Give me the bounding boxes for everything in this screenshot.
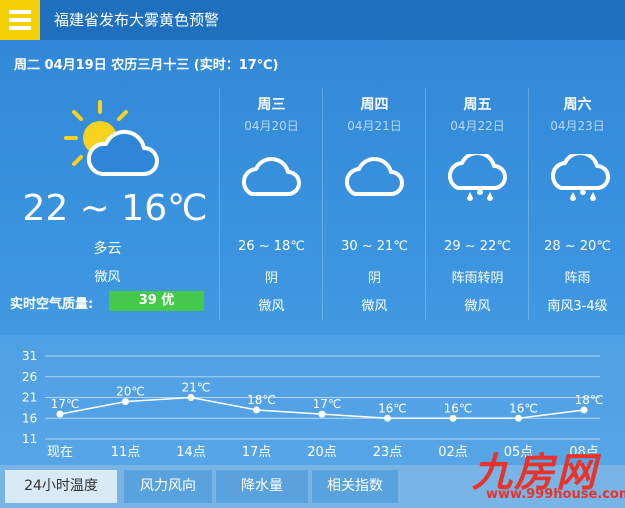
temperature-point xyxy=(253,406,260,414)
forecast-day-name: 周四 xyxy=(360,97,389,113)
menu-icon-bar xyxy=(9,26,31,30)
forecast-condition: 阵雨 xyxy=(564,271,591,286)
x-tick-label: 02点 xyxy=(438,445,468,460)
x-tick-label: 23点 xyxy=(373,445,403,460)
today-temperature: 22 ~ 16℃ xyxy=(22,188,208,229)
tab-wind[interactable]: 风力风向 xyxy=(124,470,212,503)
menu-button[interactable] xyxy=(0,0,40,40)
x-tick-label: 现在 xyxy=(47,445,73,460)
top-bar: 福建省发布大雾黄色预警 xyxy=(0,0,625,40)
forecast-condition: 阴 xyxy=(264,271,278,286)
y-tick-label: 16 xyxy=(22,411,37,425)
temperature-point-label: 20℃ xyxy=(116,385,145,399)
x-tick-label: 14点 xyxy=(176,445,206,460)
temperature-point xyxy=(318,410,326,418)
forecast-temperature: 28 ~ 20℃ xyxy=(544,239,611,254)
forecast-day-4[interactable]: 周六 04月23日 28 ~ 20℃ 阵雨 南风3-4级 xyxy=(528,88,625,320)
y-tick-label: 11 xyxy=(22,432,37,446)
temperature-point xyxy=(122,398,129,406)
x-tick-label: 17点 xyxy=(242,445,272,460)
temperature-point-label: 16℃ xyxy=(509,401,538,415)
forecast-temperature: 30 ~ 21℃ xyxy=(341,239,408,254)
temperature-point-label: 17℃ xyxy=(313,397,342,411)
today-wind: 微风 xyxy=(94,270,121,285)
forecast-condition: 阴 xyxy=(367,271,381,286)
temperature-point-label: 21℃ xyxy=(182,381,211,395)
aqi-label: 实时空气质量: xyxy=(10,297,94,312)
forecast-condition: 阵雨转阴 xyxy=(451,271,504,286)
temperature-point xyxy=(56,410,64,418)
rain-cloud-icon xyxy=(447,151,508,210)
watermark-url: www.999house.com xyxy=(486,487,625,502)
forecast-wind: 微风 xyxy=(361,299,388,314)
forecast-day-1[interactable]: 周三 04月20日 26 ~ 18℃ 阴 微风 xyxy=(219,88,323,320)
temperature-point-label: 18℃ xyxy=(247,393,276,407)
menu-icon-bar xyxy=(9,10,31,14)
forecast-wind: 南风3-4级 xyxy=(547,299,608,314)
forecast-date: 04月20日 xyxy=(244,119,299,133)
temperature-point xyxy=(580,406,588,414)
forecast-wind: 微风 xyxy=(464,299,491,314)
tab-24h-temperature[interactable]: 24小时温度 xyxy=(5,470,117,503)
y-tick-label: 31 xyxy=(22,349,37,363)
forecast-day-3[interactable]: 周五 04月22日 29 ~ 22℃ 阵雨转阴 微风 xyxy=(425,88,529,320)
watermark: 九房网 www.999house.com xyxy=(472,440,625,506)
forecast-day-name: 周三 xyxy=(257,97,286,113)
forecast-wind: 微风 xyxy=(258,299,285,314)
current-date-line: 周二 04月19日 农历三月十三 (实时：17℃) xyxy=(14,58,279,73)
temperature-point-label: 16℃ xyxy=(378,401,407,415)
forecast-day-name: 周六 xyxy=(563,97,592,113)
weather-alert-link[interactable]: 福建省发布大雾黄色预警 xyxy=(54,0,219,40)
aqi-badge[interactable]: 39 优 xyxy=(109,291,204,311)
rain-cloud-icon xyxy=(550,151,611,210)
x-tick-label: 11点 xyxy=(111,445,141,460)
temperature-point xyxy=(449,414,457,422)
temperature-point xyxy=(515,414,522,422)
temperature-point-label: 18℃ xyxy=(575,393,604,407)
tab-precipitation[interactable]: 降水量 xyxy=(216,470,308,503)
cloud-icon xyxy=(344,154,405,206)
forecast-date: 04月23日 xyxy=(550,119,605,133)
forecast-date: 04月22日 xyxy=(450,119,505,133)
forecast-temperature: 26 ~ 18℃ xyxy=(238,239,305,254)
forecast-date: 04月21日 xyxy=(347,119,402,133)
forecast-temperature: 29 ~ 22℃ xyxy=(444,239,511,254)
temperature-point-label: 17℃ xyxy=(51,397,80,411)
sun-cloud-icon xyxy=(62,98,162,187)
temperature-point xyxy=(384,414,391,422)
menu-icon-bar xyxy=(9,18,31,22)
cloud-icon xyxy=(241,154,302,206)
y-tick-label: 21 xyxy=(22,391,37,405)
temperature-point-label: 16℃ xyxy=(444,401,473,415)
x-tick-label: 20点 xyxy=(307,445,337,460)
forecast-day-2[interactable]: 周四 04月21日 30 ~ 21℃ 阴 微风 xyxy=(322,88,426,320)
temperature-point xyxy=(187,394,195,401)
forecast-day-name: 周五 xyxy=(463,97,492,113)
today-condition: 多云 xyxy=(93,241,122,257)
weather-app: 福建省发布大雾黄色预警 周二 04月19日 农历三月十三 (实时：17℃) 22… xyxy=(0,0,625,508)
tab-indices[interactable]: 相关指数 xyxy=(312,470,398,503)
y-tick-label: 26 xyxy=(22,370,37,384)
